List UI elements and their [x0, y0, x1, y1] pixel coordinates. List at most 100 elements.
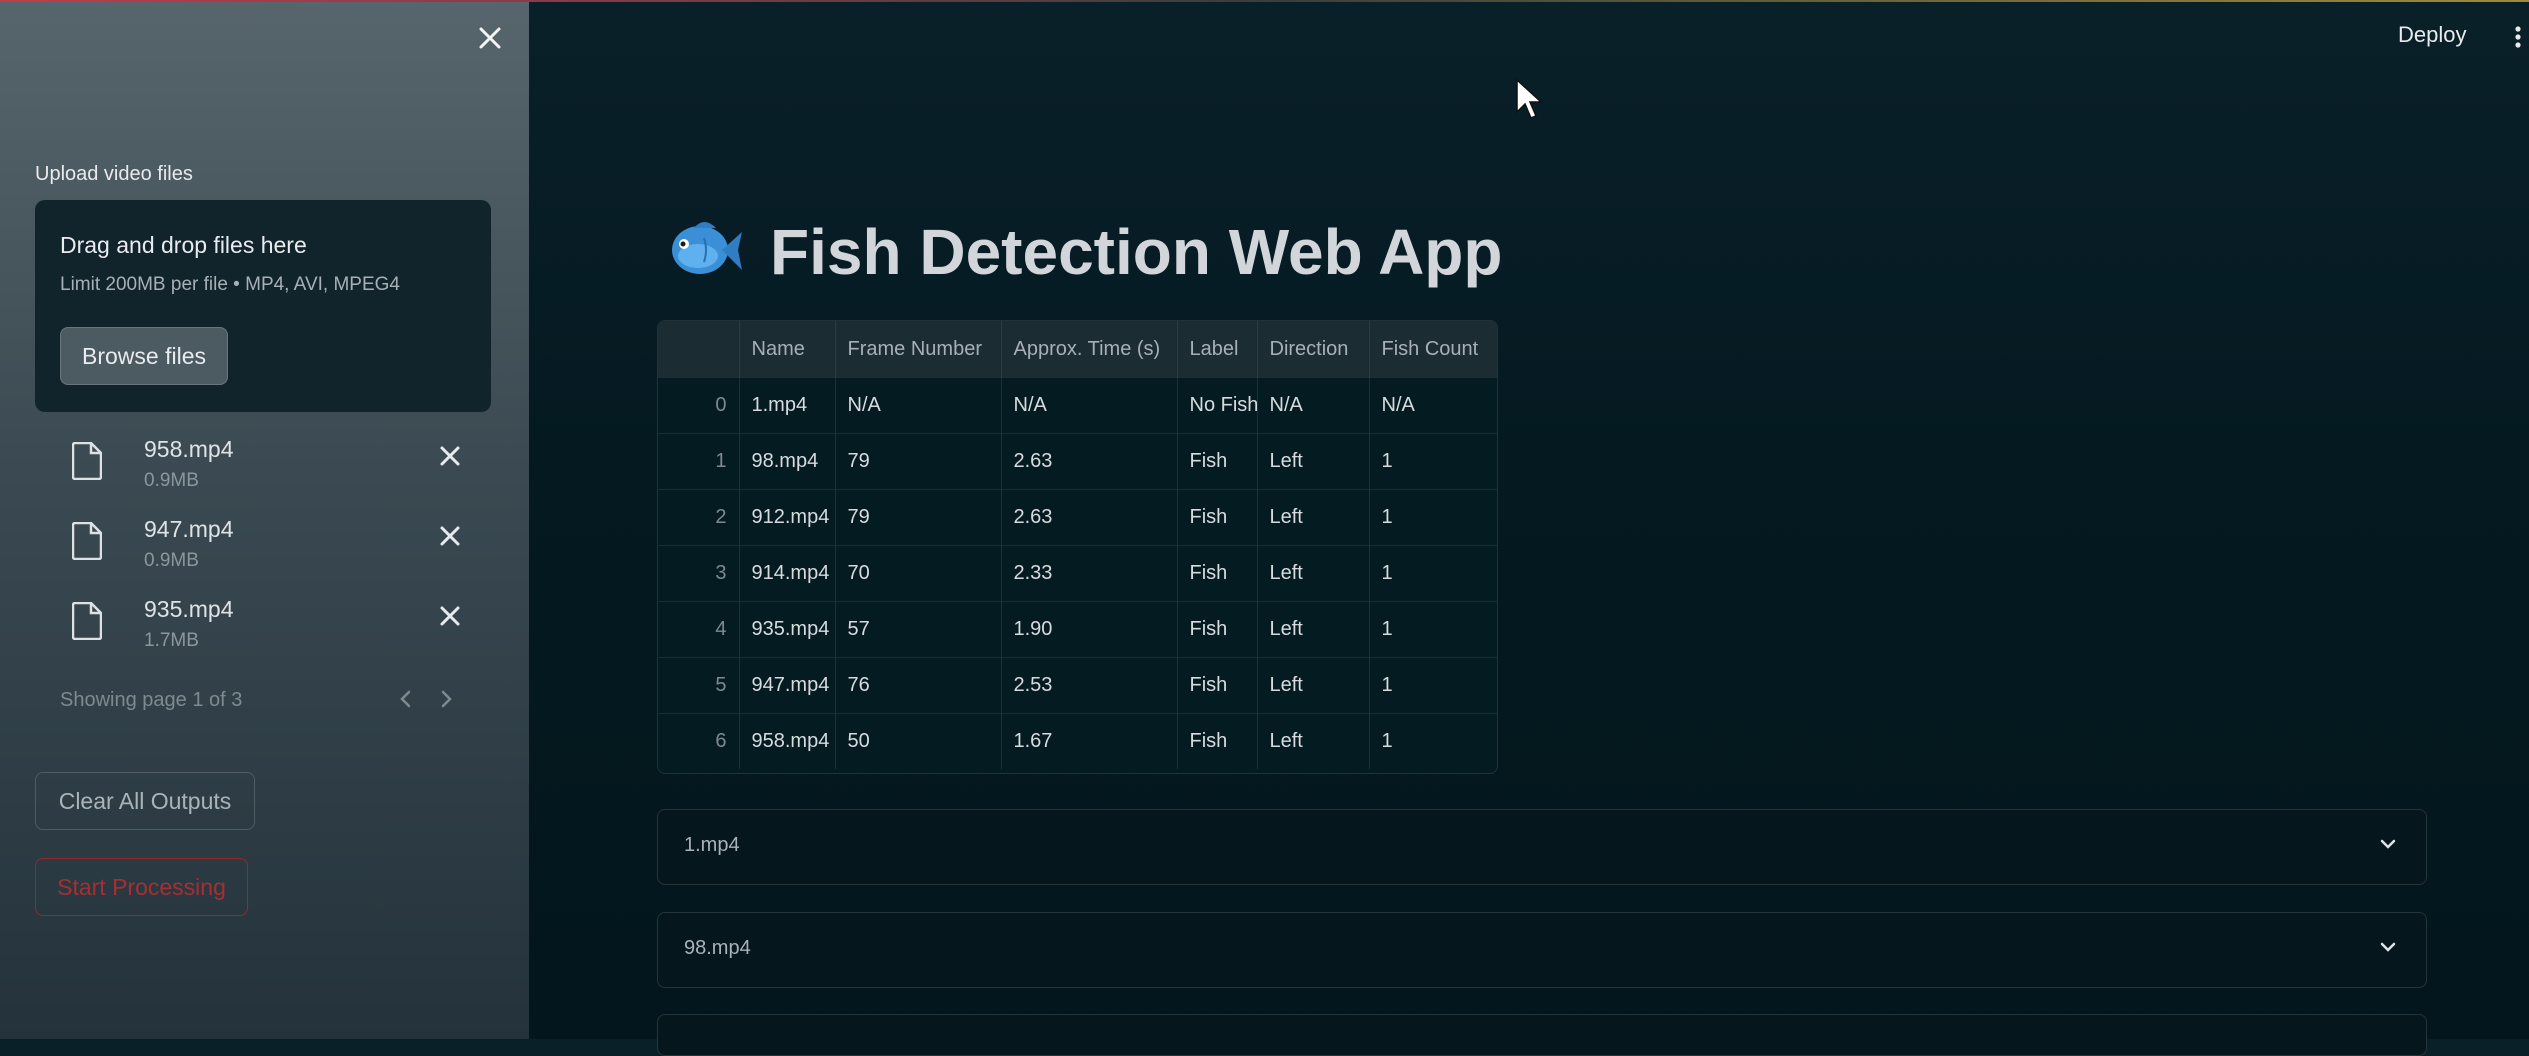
table-header-row: Name Frame Number Approx. Time (s) Label… [658, 321, 1497, 378]
cell-fish-count[interactable]: 1 [1369, 489, 1497, 546]
file-icon [72, 522, 102, 560]
cell-name[interactable]: 947.mp4 [739, 657, 836, 714]
remove-file-icon[interactable] [432, 518, 468, 554]
uploaded-file-item: 935.mp4 1.7MB [62, 590, 482, 660]
cell-direction[interactable]: Left [1257, 713, 1370, 769]
column-header-index [658, 321, 740, 378]
browse-files-button[interactable]: Browse files [60, 327, 228, 385]
uploaded-file-item: 958.mp4 0.9MB [62, 430, 482, 500]
cell-fish-count[interactable]: 1 [1369, 657, 1497, 714]
cell-name[interactable]: 958.mp4 [739, 713, 836, 769]
cell-label[interactable]: Fish [1177, 545, 1258, 602]
cell-label[interactable]: No Fish [1177, 377, 1258, 434]
video-expander[interactable]: 98.mp4 [657, 912, 2427, 988]
table-row: 3 914.mp4 70 2.33 Fish Left 1 [658, 545, 1497, 602]
row-index: 2 [658, 489, 740, 546]
file-name: 935.mp4 [144, 596, 234, 622]
column-header-label[interactable]: Label [1177, 321, 1258, 378]
cell-label[interactable]: Fish [1177, 657, 1258, 714]
file-dropzone[interactable]: Drag and drop files here Limit 200MB per… [35, 200, 491, 412]
cell-fish-count[interactable]: 1 [1369, 433, 1497, 490]
cell-direction[interactable]: Left [1257, 433, 1370, 490]
kebab-menu-icon[interactable] [2508, 22, 2528, 52]
table-row: 0 1.mp4 N/A N/A No Fish N/A N/A [658, 377, 1497, 434]
file-icon [72, 602, 102, 640]
table-row: 1 98.mp4 79 2.63 Fish Left 1 [658, 433, 1497, 490]
cell-frame-number[interactable]: 79 [835, 433, 1002, 490]
column-header-approx-time[interactable]: Approx. Time (s) [1001, 321, 1178, 378]
file-size: 1.7MB [144, 630, 199, 651]
row-index: 1 [658, 433, 740, 490]
row-index: 5 [658, 657, 740, 714]
cell-approx-time[interactable]: 2.33 [1001, 545, 1178, 602]
cell-approx-time[interactable]: N/A [1001, 377, 1178, 434]
cell-fish-count[interactable]: 1 [1369, 713, 1497, 769]
upload-label: Upload video files [35, 163, 193, 185]
column-header-frame-number[interactable]: Frame Number [835, 321, 1002, 378]
cell-approx-time[interactable]: 2.63 [1001, 433, 1178, 490]
cell-approx-time[interactable]: 2.63 [1001, 489, 1178, 546]
page-title: Fish Detection Web App [770, 216, 1503, 288]
cell-direction[interactable]: Left [1257, 489, 1370, 546]
chevron-left-icon[interactable] [392, 684, 420, 714]
table-row: 6 958.mp4 50 1.67 Fish Left 1 [658, 713, 1497, 769]
video-expander[interactable]: 1.mp4 [657, 809, 2427, 885]
row-index: 6 [658, 713, 740, 769]
file-name: 947.mp4 [144, 516, 234, 542]
column-header-name[interactable]: Name [739, 321, 836, 378]
cell-label[interactable]: Fish [1177, 433, 1258, 490]
cell-direction[interactable]: Left [1257, 601, 1370, 658]
cell-direction[interactable]: Left [1257, 545, 1370, 602]
row-index: 4 [658, 601, 740, 658]
cell-name[interactable]: 98.mp4 [739, 433, 836, 490]
column-header-fish-count[interactable]: Fish Count [1369, 321, 1497, 378]
remove-file-icon[interactable] [432, 438, 468, 474]
cell-frame-number[interactable]: 76 [835, 657, 1002, 714]
cell-label[interactable]: Fish [1177, 601, 1258, 658]
cell-fish-count[interactable]: 1 [1369, 601, 1497, 658]
cell-frame-number[interactable]: 50 [835, 713, 1002, 769]
file-name: 958.mp4 [144, 436, 234, 462]
cell-fish-count[interactable]: 1 [1369, 545, 1497, 602]
results-table[interactable]: Name Frame Number Approx. Time (s) Label… [657, 320, 1498, 774]
file-icon [72, 442, 102, 480]
cell-fish-count[interactable]: N/A [1369, 377, 1497, 434]
cell-approx-time[interactable]: 1.67 [1001, 713, 1178, 769]
chevron-right-icon[interactable] [432, 684, 460, 714]
chevron-down-icon [2378, 933, 2398, 961]
dropzone-title: Drag and drop files here [60, 232, 307, 258]
cell-frame-number[interactable]: 70 [835, 545, 1002, 602]
expander-label: 1.mp4 [684, 834, 740, 856]
cell-name[interactable]: 1.mp4 [739, 377, 836, 434]
expander-label: 98.mp4 [684, 937, 751, 959]
cell-direction[interactable]: N/A [1257, 377, 1370, 434]
cell-approx-time[interactable]: 2.53 [1001, 657, 1178, 714]
cell-name[interactable]: 912.mp4 [739, 489, 836, 546]
cell-frame-number[interactable]: 57 [835, 601, 1002, 658]
pagination-status: Showing page 1 of 3 [60, 689, 243, 711]
row-index: 0 [658, 377, 740, 434]
column-header-direction[interactable]: Direction [1257, 321, 1370, 378]
file-size: 0.9MB [144, 470, 199, 491]
file-size: 0.9MB [144, 550, 199, 571]
cell-frame-number[interactable]: N/A [835, 377, 1002, 434]
sidebar: Upload video files Drag and drop files h… [0, 0, 529, 1039]
table-row: 2 912.mp4 79 2.63 Fish Left 1 [658, 489, 1497, 546]
cell-name[interactable]: 935.mp4 [739, 601, 836, 658]
table-row: 4 935.mp4 57 1.90 Fish Left 1 [658, 601, 1497, 658]
remove-file-icon[interactable] [432, 598, 468, 634]
clear-all-outputs-button[interactable]: Clear All Outputs [35, 772, 255, 830]
cell-label[interactable]: Fish [1177, 713, 1258, 769]
uploaded-file-item: 947.mp4 0.9MB [62, 510, 482, 580]
cell-frame-number[interactable]: 79 [835, 489, 1002, 546]
cell-direction[interactable]: Left [1257, 657, 1370, 714]
video-expander[interactable] [657, 1014, 2427, 1056]
fish-icon [672, 222, 742, 274]
cell-name[interactable]: 914.mp4 [739, 545, 836, 602]
cell-label[interactable]: Fish [1177, 489, 1258, 546]
close-icon[interactable] [474, 22, 506, 54]
deploy-button[interactable]: Deploy [2398, 22, 2466, 48]
start-processing-button[interactable]: Start Processing [35, 858, 248, 916]
chevron-down-icon [2378, 830, 2398, 858]
cell-approx-time[interactable]: 1.90 [1001, 601, 1178, 658]
